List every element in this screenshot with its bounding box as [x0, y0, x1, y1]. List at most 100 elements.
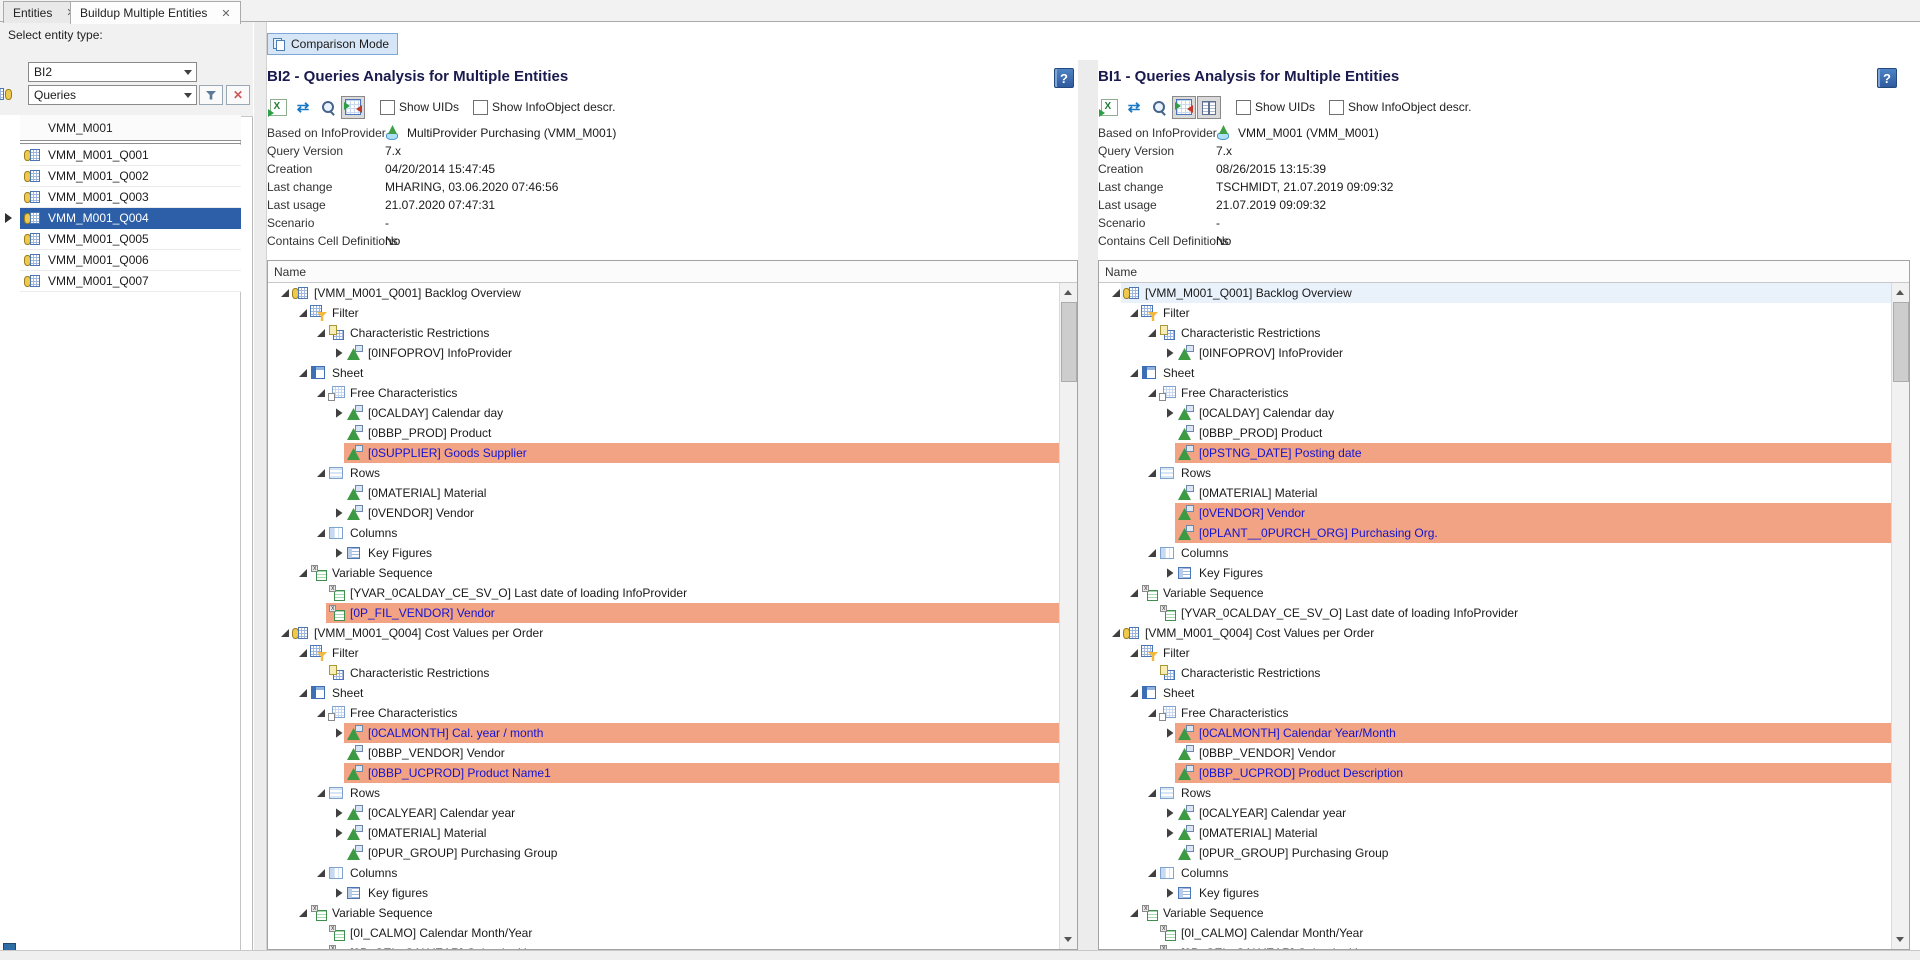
- expand-caret-icon[interactable]: [332, 888, 346, 898]
- tree-row[interactable]: Characteristic Restrictions: [268, 663, 1060, 683]
- collapse-caret-icon[interactable]: [1145, 389, 1159, 397]
- left-tree-scrollbar[interactable]: [1059, 283, 1077, 949]
- expand-caret-icon[interactable]: [1163, 828, 1177, 838]
- collapse-caret-icon[interactable]: [1145, 329, 1159, 337]
- collapse-caret-icon[interactable]: [1109, 629, 1123, 637]
- query-list-header[interactable]: VMM_M001: [20, 115, 241, 141]
- tree-row[interactable]: [0MATERIAL] Material: [1099, 823, 1892, 843]
- tree-row[interactable]: [0P_CEL_CALYEAR] Calendar Year: [268, 943, 1060, 949]
- tree-row[interactable]: Rows: [268, 783, 1060, 803]
- tree-row[interactable]: [0PUR_GROUP] Purchasing Group: [1099, 843, 1892, 863]
- tree-row[interactable]: [0PUR_GROUP] Purchasing Group: [268, 843, 1060, 863]
- tree-row[interactable]: [0INFOPROV] InfoProvider: [268, 343, 1060, 363]
- list-item[interactable]: VMM_M001_Q002: [20, 166, 241, 187]
- show-uids-checkbox[interactable]: [1236, 100, 1251, 115]
- tree-row[interactable]: [0I_CALMO] Calendar Month/Year: [268, 923, 1060, 943]
- collapse-caret-icon[interactable]: [1145, 869, 1159, 877]
- tree-row[interactable]: Filter: [1099, 643, 1892, 663]
- tree-row[interactable]: [0CALMONTH] Calendar Year/Month: [1099, 723, 1892, 743]
- collapse-caret-icon[interactable]: [314, 709, 328, 717]
- tree-row[interactable]: Characteristic Restrictions: [1099, 663, 1892, 683]
- compare-toggle-button[interactable]: [1172, 96, 1196, 119]
- expand-caret-icon[interactable]: [1163, 568, 1177, 578]
- expand-caret-icon[interactable]: [1163, 728, 1177, 738]
- layout-grid-button[interactable]: [1197, 96, 1221, 119]
- list-item[interactable]: VMM_M001_Q003: [20, 187, 241, 208]
- collapse-caret-icon[interactable]: [314, 529, 328, 537]
- left-tree-header[interactable]: Name: [268, 261, 1077, 283]
- collapse-caret-icon[interactable]: [1127, 309, 1141, 317]
- tree-row[interactable]: Characteristic Restrictions: [268, 323, 1060, 343]
- tree-row[interactable]: Columns: [268, 863, 1060, 883]
- tree-row[interactable]: Characteristic Restrictions: [1099, 323, 1892, 343]
- collapse-caret-icon[interactable]: [314, 869, 328, 877]
- transfer-button[interactable]: [291, 96, 315, 119]
- scroll-down-icon[interactable]: [1892, 932, 1908, 949]
- collapse-caret-icon[interactable]: [278, 629, 292, 637]
- show-infoobject-checkbox[interactable]: [1329, 100, 1344, 115]
- close-icon[interactable]: ✕: [221, 7, 230, 20]
- tree-row[interactable]: [0P_FIL_VENDOR] Vendor: [268, 603, 1060, 623]
- list-item[interactable]: VMM_M001_Q001: [20, 145, 241, 166]
- tree-row[interactable]: [0MATERIAL] Material: [1099, 483, 1892, 503]
- collapse-caret-icon[interactable]: [314, 389, 328, 397]
- collapse-caret-icon[interactable]: [296, 369, 310, 377]
- tree-row[interactable]: Sheet: [1099, 683, 1892, 703]
- panel-splitter[interactable]: [1078, 60, 1098, 950]
- tab-buildup-multiple-entities[interactable]: Buildup Multiple Entities ✕: [70, 1, 241, 24]
- tree-row[interactable]: Free Characteristics: [1099, 383, 1892, 403]
- collapse-caret-icon[interactable]: [1127, 649, 1141, 657]
- tree-row[interactable]: [0CALDAY] Calendar day: [268, 403, 1060, 423]
- tree-row[interactable]: Sheet: [268, 683, 1060, 703]
- expand-caret-icon[interactable]: [1163, 348, 1177, 358]
- tree-row[interactable]: Sheet: [268, 363, 1060, 383]
- collapse-caret-icon[interactable]: [296, 689, 310, 697]
- scroll-up-icon[interactable]: [1892, 283, 1908, 300]
- tree-row[interactable]: [0P_CEL_CALYEAR] Calendar Year: [1099, 943, 1892, 949]
- export-excel-button[interactable]: [1097, 96, 1121, 119]
- tree-row[interactable]: [0CALYEAR] Calendar year: [268, 803, 1060, 823]
- tree-row[interactable]: Free Characteristics: [268, 703, 1060, 723]
- tree-row[interactable]: [0CALMONTH] Cal. year / month: [268, 723, 1060, 743]
- collapse-caret-icon[interactable]: [314, 789, 328, 797]
- scrollbar-thumb[interactable]: [1893, 302, 1909, 382]
- tree-row[interactable]: [YVAR_0CALDAY_CE_SV_O] Last date of load…: [1099, 603, 1892, 623]
- tree-row[interactable]: [0CALYEAR] Calendar year: [1099, 803, 1892, 823]
- expand-caret-icon[interactable]: [332, 828, 346, 838]
- tree-row[interactable]: [VMM_M001_Q001] Backlog Overview: [268, 283, 1060, 303]
- expand-caret-icon[interactable]: [1163, 888, 1177, 898]
- tree-row[interactable]: [0CALDAY] Calendar day: [1099, 403, 1892, 423]
- help-icon[interactable]: ?: [1054, 68, 1074, 88]
- search-button[interactable]: [1147, 96, 1171, 119]
- tree-row[interactable]: Rows: [1099, 783, 1892, 803]
- tree-row[interactable]: Free Characteristics: [268, 383, 1060, 403]
- expand-caret-icon[interactable]: [1163, 408, 1177, 418]
- expand-caret-icon[interactable]: [1163, 808, 1177, 818]
- tree-row[interactable]: [VMM_M001_Q004] Cost Values per Order: [268, 623, 1060, 643]
- tree-row[interactable]: [VMM_M001_Q004] Cost Values per Order: [1099, 623, 1892, 643]
- tree-row[interactable]: [0PSTNG_DATE] Posting date: [1099, 443, 1892, 463]
- tree-row[interactable]: Sheet: [1099, 363, 1892, 383]
- tree-row[interactable]: Variable Sequence: [1099, 583, 1892, 603]
- collapse-caret-icon[interactable]: [296, 909, 310, 917]
- tree-row[interactable]: Columns: [1099, 543, 1892, 563]
- tree-row[interactable]: [0I_CALMO] Calendar Month/Year: [1099, 923, 1892, 943]
- sidebar-splitter[interactable]: [254, 22, 267, 950]
- collapse-caret-icon[interactable]: [278, 289, 292, 297]
- entity-type-dropdown[interactable]: Queries: [28, 85, 197, 105]
- tree-row[interactable]: Rows: [1099, 463, 1892, 483]
- tree-row[interactable]: Key Figures: [268, 543, 1060, 563]
- tree-row[interactable]: [0BBP_UCPROD] Product Name1: [268, 763, 1060, 783]
- collapse-caret-icon[interactable]: [1127, 689, 1141, 697]
- expand-caret-icon[interactable]: [332, 508, 346, 518]
- tree-row[interactable]: [0BBP_PROD] Product: [1099, 423, 1892, 443]
- show-uids-checkbox[interactable]: [380, 100, 395, 115]
- collapse-caret-icon[interactable]: [1127, 589, 1141, 597]
- collapse-caret-icon[interactable]: [1109, 289, 1123, 297]
- show-infoobject-checkbox[interactable]: [473, 100, 488, 115]
- tree-row[interactable]: [0MATERIAL] Material: [268, 823, 1060, 843]
- collapse-caret-icon[interactable]: [1145, 549, 1159, 557]
- search-button[interactable]: [316, 96, 340, 119]
- tree-row[interactable]: Filter: [1099, 303, 1892, 323]
- list-item[interactable]: VMM_M001_Q007: [20, 271, 241, 292]
